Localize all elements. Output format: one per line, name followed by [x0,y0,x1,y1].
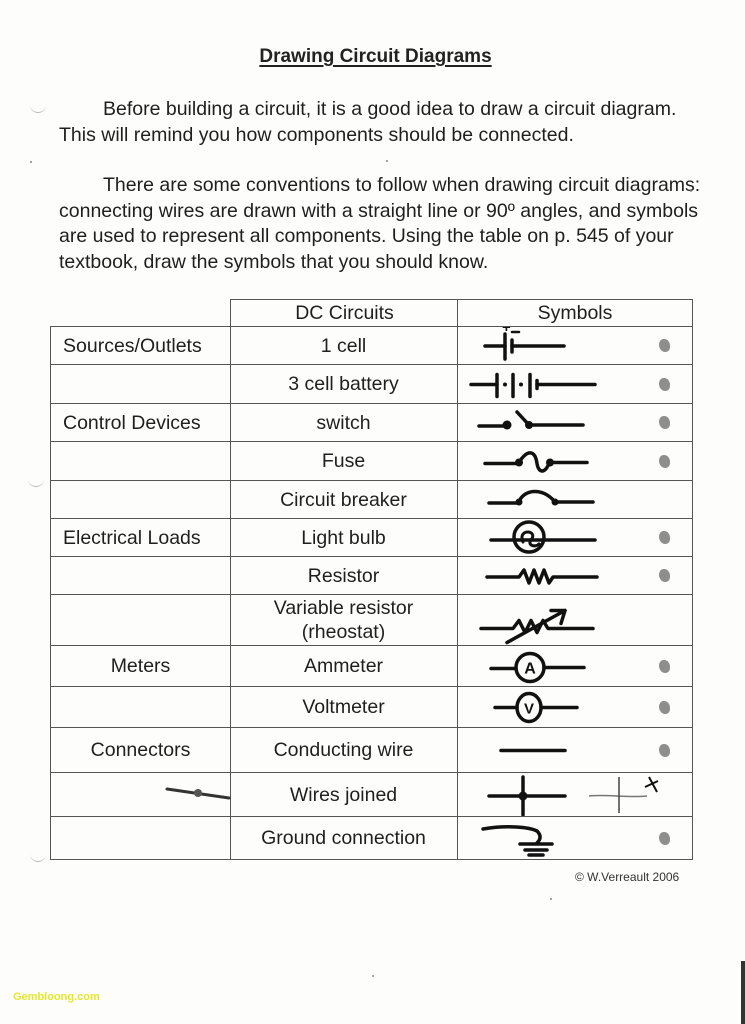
scan-speck [30,161,32,163]
category-cell [50,481,231,518]
header-dc-circuits: DC Circuits [230,299,458,326]
cell-icon: + [483,327,566,361]
checkmark-smudge [659,700,670,714]
ammeter-letter: A [524,661,536,678]
table-row: Meters Ammeter A [50,645,693,686]
component-name-cell: Wires joined [230,773,458,816]
table-row: Connectors Conducting wire [50,727,693,772]
symbol-cell [457,728,693,772]
document-title: Drawing Circuit Diagrams [259,46,492,67]
table-row: Electrical Loads Light bulb [50,518,693,556]
checkmark-smudge [659,743,670,757]
punch-hole-mark [28,478,44,487]
intro-paragraph: Before building a circuit, it is a good … [59,98,677,146]
component-name-cell: Conducting wire [230,728,458,772]
scan-edge [741,961,745,1024]
category-cell [50,687,231,727]
component-name-cell: Resistor [230,557,458,594]
checkmark-smudge [659,377,670,391]
switch-icon [477,410,585,430]
symbol-cell [457,557,693,594]
symbol-cell [457,442,693,480]
checkmark-smudge [659,531,670,544]
category-cell: Connectors [50,728,231,772]
symbol-cell [457,519,693,556]
category-cell: Sources/Outlets [50,327,231,364]
ground-icon [481,825,554,857]
symbol-cell: A [457,646,693,686]
table-row: Resistor [50,556,693,594]
category-cell [50,557,231,594]
resistor-icon [485,568,599,585]
scan-speck [550,898,552,900]
battery-icon [469,372,597,399]
voltmeter-icon: V [493,691,579,724]
table-row: Sources/Outlets 1 cell + [50,326,693,364]
category-cell: Control Devices [50,404,231,441]
component-name-cell: switch [230,404,458,441]
component-name-cell: Voltmeter [230,687,458,727]
symbol-cell [457,404,693,441]
component-name-cell: Fuse [230,442,458,480]
ammeter-icon: A [489,651,586,684]
punch-hole-mark [30,853,46,862]
checkmark-smudge [659,416,670,429]
copyright-notice: © W.Verreault 2006 [575,870,680,884]
watermark: Gembloong.com [13,991,100,1003]
checkmark-smudge [659,454,670,468]
component-name-cell: 3 cell battery [230,365,458,403]
table-row: Control Devices switch [50,403,693,441]
table-row: Ground connection [50,816,693,860]
scan-speck [372,975,374,977]
checkmark-smudge [659,569,670,582]
component-name-cell: 1 cell [230,327,458,364]
component-name-cell: Ammeter [230,646,458,686]
plus-sign: + [502,327,511,336]
component-name-cell: Light bulb [230,519,458,556]
pencil-joint-sketch [165,787,231,800]
conventions-paragraph: There are some conventions to follow whe… [59,174,701,273]
punch-hole-mark [30,104,46,113]
symbol-cell [457,595,693,645]
component-name-cell: Ground connection [230,817,458,859]
header-symbols: Symbols [457,299,693,326]
component-name-cell: Variable resistor (rheostat) [230,595,458,645]
symbol-cell [457,481,693,518]
scan-speck [386,160,388,162]
component-name-cell: Circuit breaker [230,481,458,518]
category-cell [50,365,231,403]
rheostat-icon [479,608,595,645]
table-row: Voltmeter V [50,686,693,727]
checkmark-smudge [659,339,670,352]
light-bulb-icon [489,520,597,554]
scan-speck [690,190,692,192]
category-cell [50,817,231,859]
table-row: Variable resistor (rheostat) [50,594,693,645]
checkmark-smudge [659,832,670,845]
category-cell [50,595,231,645]
wires-joined-icon [487,775,659,817]
symbol-cell [457,365,693,403]
table-row: Wires joined [50,772,693,817]
checkmark-smudge [659,659,670,673]
symbol-cell [457,773,693,817]
voltmeter-letter: V [524,701,534,718]
category-cell [50,442,231,480]
table-row: Fuse [50,441,693,480]
category-cell [50,773,231,816]
circuit-breaker-icon [487,489,595,506]
table-row: Circuit breaker [50,480,693,518]
category-cell: Electrical Loads [50,519,231,556]
table-row: 3 cell battery [50,364,693,403]
symbol-cell [457,817,693,859]
fuse-icon [483,451,589,473]
symbol-cell: V [457,687,693,727]
category-cell: Meters [50,646,231,686]
symbol-cell: + [457,327,693,364]
wire-icon [499,748,567,753]
